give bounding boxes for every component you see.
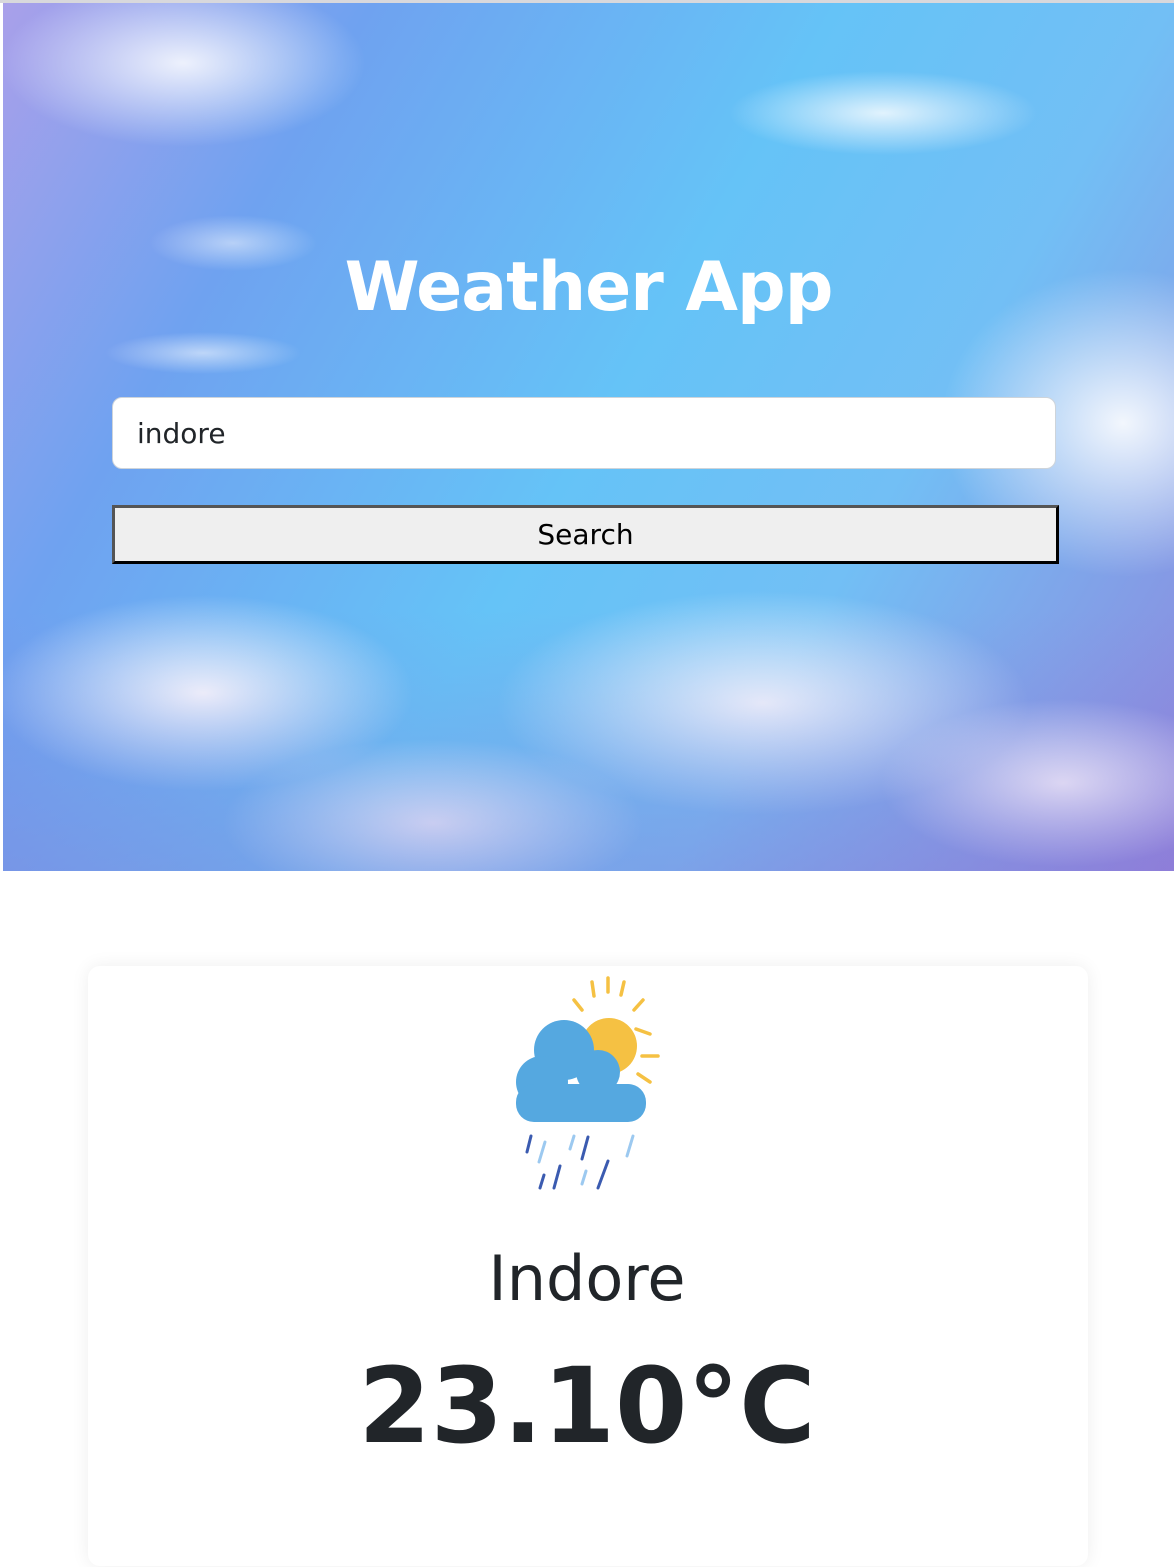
temperature-value: 23.10°C xyxy=(358,1345,816,1467)
search-input[interactable] xyxy=(112,397,1056,469)
page-title: Weather App xyxy=(344,248,834,327)
city-name: Indore xyxy=(488,1242,686,1315)
cloud-sun-rain-icon xyxy=(512,974,664,1196)
search-button[interactable]: Search xyxy=(112,505,1059,564)
